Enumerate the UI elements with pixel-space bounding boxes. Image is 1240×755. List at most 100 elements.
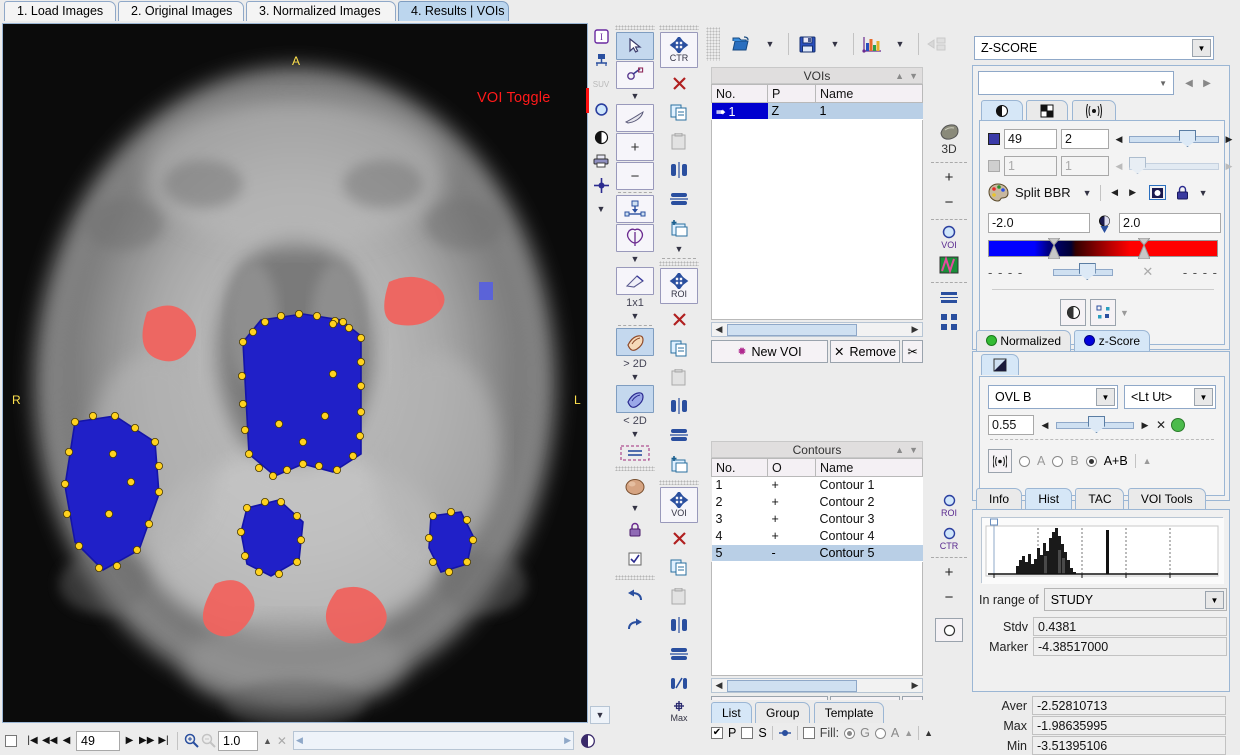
overlay-blend-dec[interactable]: ◀ (1039, 420, 1051, 431)
tab-normalized[interactable]: Normalized (976, 330, 1072, 351)
tab-group[interactable]: Group (755, 702, 811, 723)
p-checkbox[interactable]: ✔ (711, 727, 723, 739)
zoom-in-icon[interactable] (184, 733, 199, 748)
table-row[interactable]: 2 + Contour 2 (711, 493, 923, 511)
new-voi-button[interactable]: ✹ New VOI (711, 340, 828, 363)
crosshair-icon[interactable] (590, 174, 612, 196)
zoom-level-input[interactable]: 1.0 (218, 730, 258, 751)
palette-icon[interactable] (988, 183, 1009, 202)
last-slice-button[interactable]: ▶| (156, 735, 171, 746)
shrink-2d-tool[interactable] (616, 385, 654, 413)
next-slice-button[interactable]: ▶ (122, 735, 137, 746)
remove-voi-button[interactable]: ✕ Remove (829, 340, 901, 363)
contour-zoom-in-button[interactable]: + (928, 564, 970, 581)
tool-dropdown-chevron-6[interactable]: ▼ (613, 502, 657, 515)
add-snapshot-icon[interactable] (660, 214, 698, 242)
vois-hscrollbar[interactable]: ◀ ▶ (711, 322, 923, 337)
color-actions-dropdown[interactable]: ▼ (1120, 308, 1129, 318)
tab-list[interactable]: List (711, 702, 752, 723)
chevron-down-icon[interactable]: ▼ (1192, 39, 1211, 57)
vois-scroll-left[interactable]: ◀ (712, 324, 726, 335)
frame-slider-right[interactable]: ▶ (564, 735, 571, 746)
contours-scroll-left[interactable]: ◀ (712, 680, 726, 691)
align-vertical-icon[interactable] (928, 291, 970, 305)
ctr-circle-icon[interactable] (928, 526, 970, 541)
mirror-voi-horizontal-icon[interactable] (660, 611, 698, 639)
grid-layout-icon[interactable] (928, 313, 970, 331)
colorbar-marker-right[interactable] (1138, 238, 1150, 259)
frame-slider-left[interactable]: ◀ (296, 735, 303, 746)
contours-scroll-right[interactable]: ▶ (908, 680, 922, 691)
three-d-icon[interactable] (928, 123, 970, 141)
subtract-tool[interactable]: − (616, 162, 654, 190)
invert-palette-icon[interactable] (1148, 185, 1166, 200)
viewer-lock-checkbox[interactable] (5, 734, 17, 747)
table-row[interactable]: 5 - Contour 5 (711, 544, 923, 562)
zoom-out-icon[interactable] (201, 733, 216, 748)
delete-ctr-icon[interactable] (660, 69, 698, 97)
colorbar[interactable] (988, 240, 1218, 257)
colorbar-marker-left[interactable] (1048, 238, 1060, 259)
remove-all-vois-button[interactable]: ✂ (902, 340, 923, 363)
checkbox-tool-icon[interactable] (616, 545, 654, 573)
frame-slider[interactable]: ◀ ▶ (292, 731, 574, 750)
window-min-field[interactable]: 49 (1004, 129, 1057, 149)
table-row[interactable]: 3 + Contour 3 (711, 510, 923, 528)
tool-dropdown-chevron-5[interactable]: ▼ (613, 428, 657, 441)
palette-prev-button[interactable]: ◀ (1109, 187, 1121, 198)
range-select[interactable]: STUDY ▼ (1043, 588, 1227, 611)
zoom-chevron[interactable]: ▲ (263, 736, 272, 746)
window-color-swatch-1[interactable] (988, 133, 1000, 145)
vois-empty-area[interactable] (711, 120, 923, 320)
tool-dropdown-chevron-4[interactable]: ▼ (613, 371, 657, 384)
tab-wave[interactable] (1071, 100, 1116, 121)
table-row[interactable]: ➠ 1 Z 1 (711, 102, 923, 120)
first-slice-button[interactable]: |◀ (25, 735, 40, 746)
save-voi-dropdown[interactable]: ▼ (821, 31, 849, 57)
statistics-chart-icon[interactable] (858, 31, 886, 57)
mirror-vertical-icon[interactable] (660, 185, 698, 213)
tab-contrast[interactable] (981, 100, 1023, 121)
overlay-mode-select[interactable]: OVL B ▼ (988, 385, 1118, 409)
overlay-radio-ab[interactable] (1085, 455, 1097, 467)
smoothing-tool[interactable] (616, 442, 654, 464)
colorbar-reset-icon[interactable]: ✕ (1142, 264, 1153, 280)
table-row[interactable]: 1 + Contour 1 (711, 476, 923, 494)
tab-zscore[interactable]: z-Score (1074, 330, 1151, 351)
contours-empty-area[interactable] (711, 562, 923, 676)
contours-sort-buttons[interactable]: ▲ ▼ (895, 442, 918, 458)
window-dec-button[interactable]: ◀ (1113, 134, 1125, 145)
delete-voi-icon[interactable] (660, 524, 698, 552)
overlay-clear-icon[interactable]: ✕ (1156, 418, 1166, 432)
prev-block-button[interactable]: ◀◀ (42, 735, 57, 746)
voi-zoom-in-button[interactable]: + (928, 169, 970, 186)
voi-toggle-icon[interactable] (590, 98, 612, 120)
add-roi-snapshot-icon[interactable] (660, 450, 698, 478)
image-viewer[interactable]: A R L P (2, 23, 588, 723)
vois-scroll-right[interactable]: ▶ (908, 324, 922, 335)
move-ctr-tool[interactable]: CTR (660, 32, 698, 68)
window-max-field[interactable]: 2 (1061, 129, 1109, 149)
fill-a-radio[interactable] (874, 727, 886, 739)
fill-chevron[interactable]: ▲ (904, 728, 913, 738)
lut-next-button[interactable]: ▶ (1198, 71, 1216, 95)
add-tool[interactable]: + (616, 133, 654, 161)
contours-table[interactable]: No. O Name 1 + Contour 1 2 + Contour 2 3… (711, 458, 923, 562)
info-icon[interactable]: I (590, 25, 612, 47)
chevron-down-icon[interactable]: ▼ (1205, 591, 1224, 609)
contrast-icon[interactable] (590, 126, 612, 148)
lut-name-select[interactable]: ▼ (978, 71, 1174, 95)
copy-roi-icon[interactable] (660, 334, 698, 362)
prev-slice-button[interactable]: ◀ (59, 735, 74, 746)
tab-overlay-blend[interactable] (981, 354, 1019, 375)
copy-icon[interactable] (660, 98, 698, 126)
chevron-down-icon[interactable]: ▼ (1194, 388, 1213, 406)
palette-dropdown[interactable]: ▼ (1083, 188, 1092, 198)
voi-zoom-out-button[interactable]: − (928, 194, 970, 211)
lut-prev-button[interactable]: ◀ (1180, 71, 1198, 95)
vois-sort-buttons[interactable]: ▲ ▼ (895, 68, 918, 84)
scalpel-tool[interactable] (616, 104, 654, 132)
histogram-plot[interactable] (981, 517, 1224, 584)
roi-circle-icon[interactable] (928, 493, 970, 508)
tool-b-chevron-1[interactable]: ▼ (657, 243, 701, 256)
